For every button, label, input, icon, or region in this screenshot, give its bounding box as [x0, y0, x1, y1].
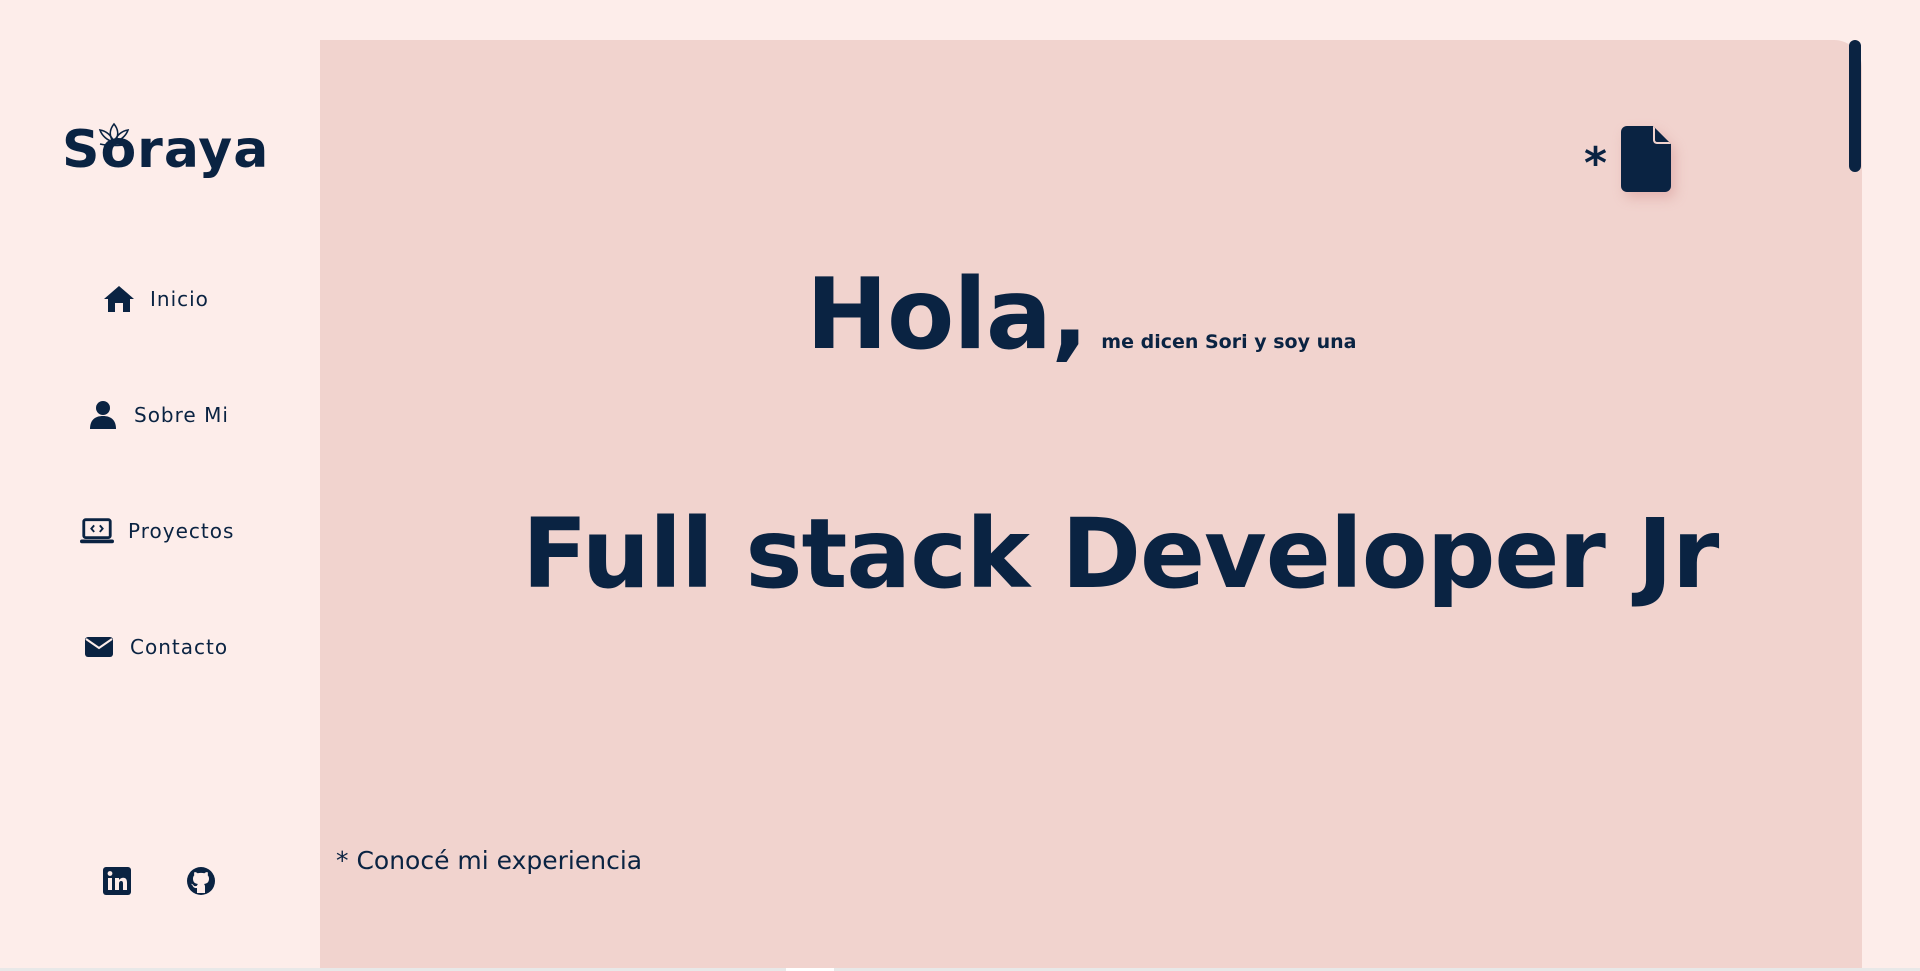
nav-item-proyectos[interactable]: Proyectos — [80, 514, 234, 548]
github-link[interactable] — [184, 864, 218, 898]
linkedin-icon — [103, 867, 131, 895]
page: Soraya Inicio Sobre Mi Proyectos Contact… — [0, 0, 1920, 971]
github-icon — [187, 867, 215, 895]
nav-item-sobre-mi[interactable]: Sobre Mi — [86, 398, 229, 432]
scrollbar-thumb[interactable] — [1849, 40, 1861, 172]
linkedin-link[interactable] — [100, 864, 134, 898]
file-icon[interactable] — [1621, 126, 1672, 192]
role-title: Full stack Developer Jr — [522, 498, 1719, 610]
cv-area: * — [1584, 126, 1672, 192]
nav-item-label: Proyectos — [128, 519, 235, 543]
intro-text: me dicen Sori y soy una — [1101, 331, 1357, 353]
envelope-icon — [82, 630, 116, 664]
nav-item-contacto[interactable]: Contacto — [82, 630, 228, 664]
laptop-code-icon — [80, 514, 114, 548]
nav-item-label: Sobre Mi — [134, 403, 229, 427]
experience-footnote: * Conocé mi experiencia — [336, 846, 643, 875]
user-icon — [86, 398, 120, 432]
nav-item-label: Inicio — [150, 287, 209, 311]
brand-name: Soraya — [62, 120, 270, 180]
brand-logo[interactable]: Soraya — [62, 118, 268, 198]
sidebar: Soraya Inicio Sobre Mi Proyectos Contact… — [0, 0, 320, 971]
greeting: Hola, — [806, 258, 1088, 372]
hero-panel: * Hola, me dicen Sori y soy una Full sta… — [320, 40, 1862, 971]
greeting-line: Hola, me dicen Sori y soy una — [806, 266, 1356, 364]
lotus-icon — [98, 122, 130, 147]
nav-item-label: Contacto — [130, 635, 229, 659]
nav-item-inicio[interactable]: Inicio — [102, 282, 209, 316]
asterisk-marker: * — [1584, 138, 1608, 189]
home-icon — [102, 282, 136, 316]
